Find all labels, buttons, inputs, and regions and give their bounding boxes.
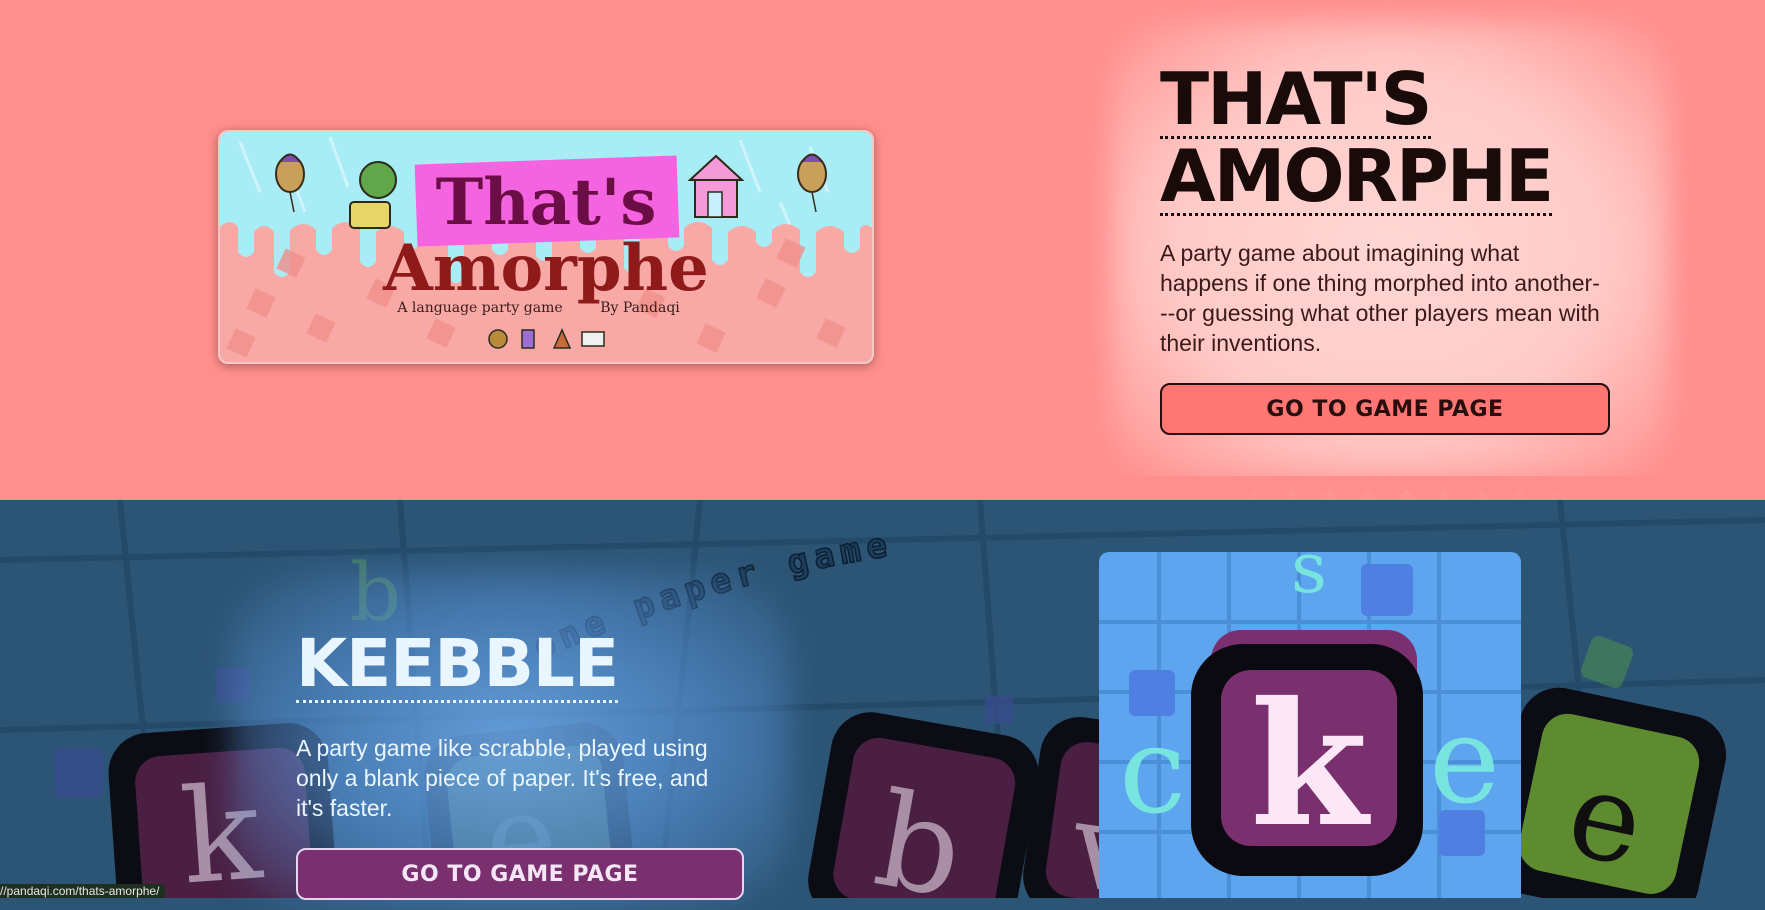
banner-title-bottom: Amorphe (382, 231, 709, 306)
thats-amorphe-description: A party game about imagining what happen… (1160, 240, 1600, 356)
thats-amorphe-section: That's Amorphe A language party game By … (0, 0, 1765, 500)
cover-letter-c: c (1119, 702, 1186, 841)
cover-letter-k: k (1250, 665, 1371, 865)
banner-byline: By Pandaqi (600, 300, 680, 316)
status-bar-url: //pandaqi.com/thats-amorphe/ (0, 884, 166, 898)
keebble-game-page-button[interactable]: GO TO GAME PAGE (296, 848, 744, 900)
thats-amorphe-game-page-button[interactable]: GO TO GAME PAGE (1160, 383, 1610, 435)
title-line-2: AMORPHE (1160, 134, 1554, 218)
thats-amorphe-title[interactable]: THAT'S AMORPHE (1160, 62, 1640, 216)
cover-letter-e: e (1429, 692, 1500, 831)
cover-letter-s: s (1291, 552, 1327, 609)
keebble-description: A party game like scrabble, played using… (296, 735, 709, 821)
keebble-title[interactable]: KEEBBLE (296, 628, 619, 703)
banner-art: That's Amorphe A language party game By … (220, 132, 872, 362)
keebble-cover-image[interactable]: s c e k (1099, 552, 1521, 898)
keebble-cover-art: s c e k (1099, 552, 1521, 898)
title-line-1: THAT'S (1160, 57, 1433, 141)
thats-amorphe-banner[interactable]: That's Amorphe A language party game By … (218, 130, 874, 364)
banner-subtitle: A language party game (396, 300, 562, 316)
banner-title-top: That's (436, 165, 657, 240)
